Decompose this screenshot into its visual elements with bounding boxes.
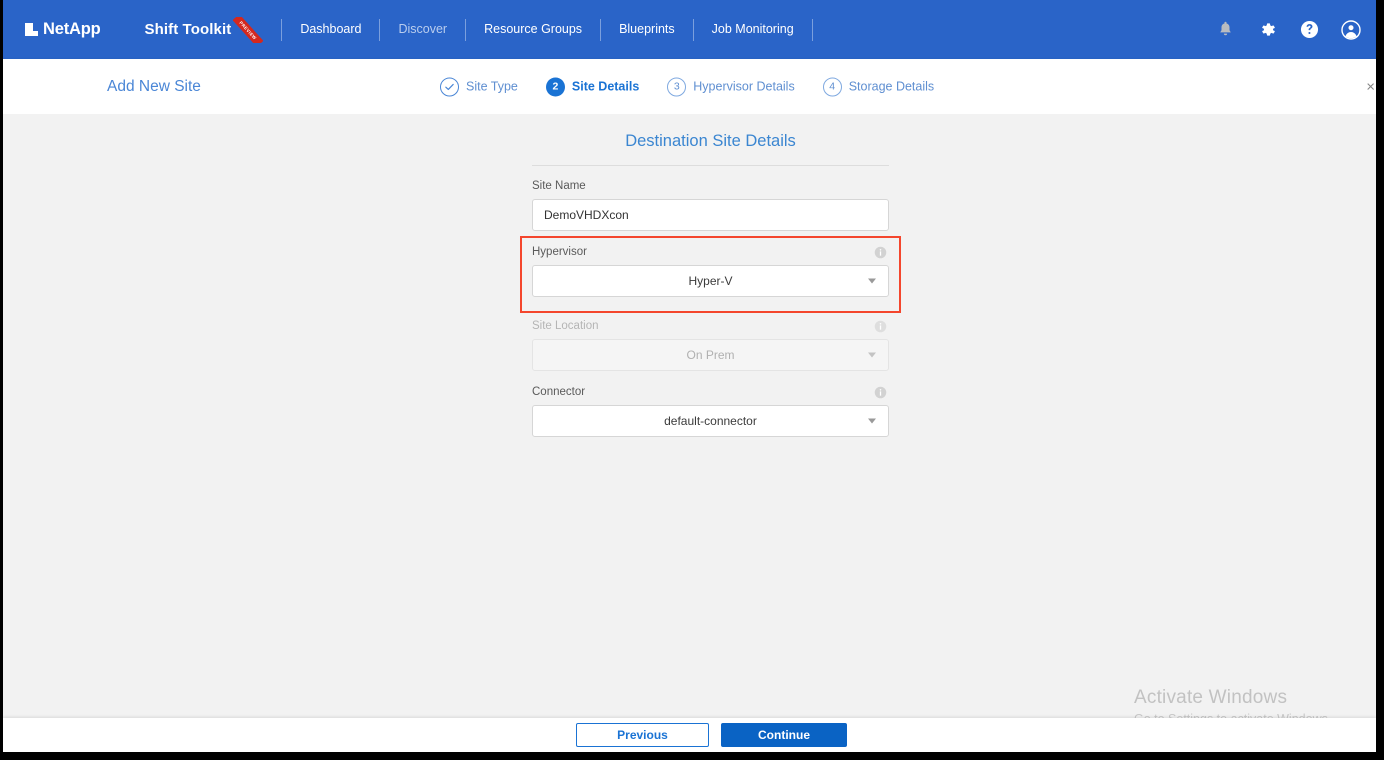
site-name-input[interactable] xyxy=(532,199,889,231)
step-storage-details[interactable]: 4 Storage Details xyxy=(822,77,935,96)
watermark-subtitle: Go to Settings to activate Windows. xyxy=(1134,710,1331,718)
nav-item-dashboard[interactable]: Dashboard xyxy=(282,0,379,59)
step-number-badge-2: 2 xyxy=(545,77,565,96)
nav-item-discover[interactable]: Discover xyxy=(380,0,465,59)
form-divider xyxy=(532,165,889,166)
page-title: Add New Site xyxy=(107,77,201,95)
product-brand[interactable]: Shift Toolkit PREVIEW xyxy=(144,16,264,43)
settings-gear-icon[interactable] xyxy=(1256,19,1278,41)
step-label-site-details: Site Details xyxy=(571,79,640,94)
label-connector: Connector xyxy=(532,386,586,398)
close-icon[interactable]: × xyxy=(1366,79,1375,94)
field-connector: Connector default-connector xyxy=(532,386,889,437)
label-site-name: Site Name xyxy=(532,180,586,192)
screen-frame: NetApp Shift Toolkit PREVIEW Dashboard D… xyxy=(0,0,1384,760)
hypervisor-select[interactable]: Hyper-V xyxy=(532,265,889,297)
check-circle-icon xyxy=(440,77,459,96)
nav-item-resource-groups[interactable]: Resource Groups xyxy=(466,0,600,59)
site-location-select: On Prem xyxy=(532,339,889,371)
form-heading: Destination Site Details xyxy=(625,132,796,150)
info-icon-site-location[interactable] xyxy=(874,320,887,333)
label-hypervisor: Hypervisor xyxy=(532,246,587,258)
nav-item-blueprints[interactable]: Blueprints xyxy=(601,0,693,59)
continue-button[interactable]: Continue xyxy=(721,723,847,747)
step-site-details[interactable]: 2 Site Details xyxy=(545,77,640,96)
connector-select[interactable]: default-connector xyxy=(532,405,889,437)
wizard-stepper: Site Type 2 Site Details 3 Hypervisor De… xyxy=(440,77,934,96)
chevron-down-icon xyxy=(868,418,876,424)
step-hypervisor-details[interactable]: 3 Hypervisor Details xyxy=(667,77,795,96)
product-brand-title: Shift Toolkit xyxy=(144,21,232,38)
step-label-hypervisor-details: Hypervisor Details xyxy=(693,79,795,94)
primary-nav-links: Dashboard Discover Resource Groups Bluep… xyxy=(281,0,813,59)
chevron-down-icon xyxy=(868,278,876,284)
hypervisor-select-value: Hyper-V xyxy=(688,274,733,288)
top-navigation-bar: NetApp Shift Toolkit PREVIEW Dashboard D… xyxy=(3,0,1376,59)
nav-utility-icons xyxy=(1214,0,1362,59)
netapp-flag-icon xyxy=(25,23,38,36)
previous-button[interactable]: Previous xyxy=(576,723,709,747)
netapp-logo[interactable]: NetApp xyxy=(25,20,101,39)
netapp-logo-text: NetApp xyxy=(43,20,101,38)
watermark-title: Activate Windows xyxy=(1134,687,1288,708)
preview-ribbon-label: PREVIEW xyxy=(233,16,264,43)
field-site-name: Site Name xyxy=(532,180,889,231)
wizard-footer-bar: Previous Continue xyxy=(3,718,1376,752)
application-window: NetApp Shift Toolkit PREVIEW Dashboard D… xyxy=(3,0,1376,752)
nav-divider xyxy=(811,18,813,41)
preview-ribbon-badge: PREVIEW xyxy=(233,16,264,43)
field-hypervisor: Hypervisor Hyper-V xyxy=(520,236,901,313)
wizard-content-area: Destination Site Details Site Name Hyper… xyxy=(3,114,1376,718)
notifications-bell-icon[interactable] xyxy=(1214,19,1236,41)
step-label-storage-details: Storage Details xyxy=(848,79,935,94)
step-label-site-type: Site Type xyxy=(466,79,518,94)
connector-select-value: default-connector xyxy=(664,414,757,428)
field-site-location: Site Location On Prem xyxy=(532,320,889,371)
label-site-location: Site Location xyxy=(532,320,599,332)
site-location-select-value: On Prem xyxy=(686,348,735,362)
step-number-badge-4: 4 xyxy=(822,77,842,96)
destination-site-details-form: Destination Site Details Site Name Hyper… xyxy=(520,132,901,452)
step-site-type[interactable]: Site Type xyxy=(440,77,518,96)
windows-activation-watermark: Activate Windows Go to Settings to activ… xyxy=(1134,686,1331,718)
info-icon-hypervisor[interactable] xyxy=(874,246,887,259)
footer-button-group: Previous Continue xyxy=(576,723,847,747)
info-icon-connector[interactable] xyxy=(874,386,887,399)
chevron-down-icon xyxy=(868,352,876,358)
nav-item-job-monitoring[interactable]: Job Monitoring xyxy=(694,0,812,59)
step-number-badge-3: 3 xyxy=(667,77,687,96)
help-circle-icon[interactable] xyxy=(1298,19,1320,41)
account-circle-icon[interactable] xyxy=(1340,19,1362,41)
wizard-header-bar: Add New Site Site Type 2 Site Details 3 xyxy=(3,59,1376,114)
